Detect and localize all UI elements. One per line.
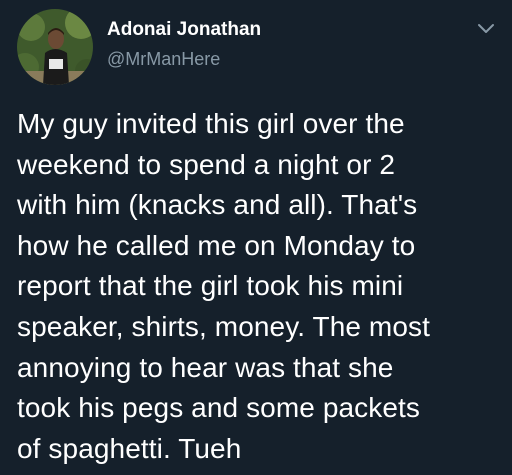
chevron-down-icon (478, 24, 494, 33)
avatar[interactable] (17, 9, 93, 85)
tweet-text-line: My guy invited this girl over the (17, 108, 405, 139)
tweet-text-line: of spaghetti. Tueh (17, 432, 242, 464)
tweet-card: Adonai Jonathan @MrManHere My guy invite… (0, 0, 512, 475)
more-options-button[interactable] (477, 22, 495, 36)
tweet-text-line: with him (knacks and all). That's (17, 189, 418, 221)
tweet-text-line: weekend to spend a night or 2 (17, 148, 396, 180)
author-handle[interactable]: @MrManHere (107, 49, 220, 70)
profile-photo-icon (17, 9, 93, 85)
author-display-name[interactable]: Adonai Jonathan (107, 19, 261, 41)
tweet-text: My guy invited this girl over the weeken… (17, 104, 505, 469)
tweet-text-line: annoying to hear was that she (17, 351, 394, 383)
tweet-text-line: report that the girl took his mini (17, 270, 404, 302)
tweet-text-line: took his pegs and some packets (17, 392, 421, 424)
tweet-text-line: how he called me on Monday to (17, 229, 416, 261)
tweet-text-line: speaker, shirts, money. The most (17, 310, 431, 342)
